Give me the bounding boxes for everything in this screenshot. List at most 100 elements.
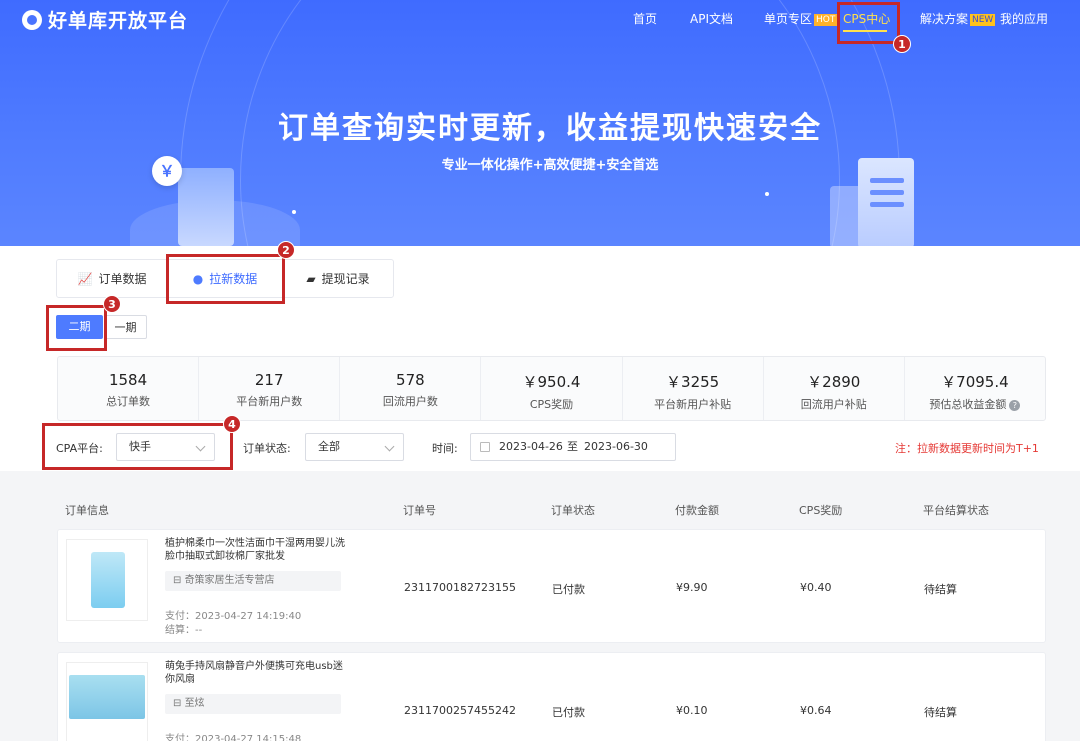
stat-total-orders: 1584 总订单数: [58, 357, 200, 420]
banner-deco: [870, 202, 904, 207]
stat-label: 平台新用户数: [236, 395, 303, 408]
select-value: 全部: [318, 440, 340, 453]
stat-new-user-subsidy: ￥3255 平台新用户补贴: [623, 357, 764, 420]
order-number: 2311700257455242: [404, 704, 516, 717]
settle-status: 待结算: [924, 583, 957, 596]
product-name[interactable]: 萌兔手持风扇静音户外便携可充电usb迷你风扇: [165, 660, 345, 686]
stat-label: 回流用户补贴: [800, 398, 867, 411]
table-row[interactable]: 萌兔手持风扇静音户外便携可充电usb迷你风扇 ⊟ 至炫 支付：2023-04-2…: [57, 652, 1046, 741]
stat-cps-reward: ￥950.4 CPS奖励: [481, 357, 623, 420]
th-settle-status: 平台结算状态: [923, 504, 989, 517]
date-separator: 至: [567, 440, 578, 453]
stat-label: 回流用户数: [382, 395, 438, 408]
banner-deco: [178, 168, 234, 246]
product-image: [91, 552, 125, 608]
nav-home[interactable]: 首页: [633, 10, 657, 27]
banner-dot: [292, 210, 296, 214]
stat-value: ￥7095.4: [941, 373, 1009, 391]
product-thumbnail[interactable]: [66, 662, 148, 741]
annotation-number-2: 2: [277, 241, 295, 259]
stat-label: 总订单数: [106, 395, 151, 408]
stats-bar: 1584 总订单数 217 平台新用户数 578 回流用户数 ￥950.4 CP…: [57, 356, 1046, 421]
th-cps-reward: CPS奖励: [799, 504, 843, 517]
stat-value: 217: [254, 371, 284, 389]
shop-label: 至炫: [184, 698, 205, 709]
shop-name: ⊟ 至炫: [165, 694, 341, 714]
banner-deco: [870, 178, 904, 183]
tab-withdraw-records[interactable]: ▰ 提现记录: [283, 260, 393, 297]
stat-returning-subsidy: ￥2890 回流用户补贴: [764, 357, 905, 420]
th-amount: 付款金额: [675, 504, 719, 517]
paid-amount: ¥0.10: [676, 704, 708, 717]
order-status: 已付款: [552, 583, 585, 596]
cps-reward: ¥0.64: [800, 704, 832, 717]
stat-label: 平台新用户补贴: [654, 398, 732, 411]
annotation-number-3: 3: [103, 295, 121, 313]
date-range-picker[interactable]: 2023-04-26 至 2023-06-30: [470, 433, 676, 461]
new-badge: NEW: [970, 14, 996, 26]
hero-title: 订单查询实时更新，收益提现快速安全: [278, 111, 822, 146]
product-image: [69, 675, 145, 719]
stat-value: 578: [396, 371, 425, 389]
settle-status: 待结算: [924, 706, 957, 719]
product-thumbnail[interactable]: [66, 539, 148, 621]
stat-value: ￥3255: [666, 373, 720, 391]
nav-api-docs[interactable]: API文档: [690, 10, 733, 27]
order-status-label: 订单状态:: [243, 442, 291, 455]
cps-reward: ¥0.40: [800, 581, 832, 594]
stat-returning-users: 578 回流用户数: [340, 357, 482, 420]
th-order-no: 订单号: [403, 504, 436, 517]
order-status-select[interactable]: 全部: [305, 433, 404, 461]
stat-value: 1584: [108, 371, 148, 389]
product-name[interactable]: 植护棉柔巾一次性洁面巾干湿两用婴儿洗脸巾抽取式卸妆棉厂家批发: [165, 537, 345, 563]
top-nav: 好单库开放平台 首页 API文档 单页专区 HOT CPS中心 解决方案 NEW 我…: [0, 0, 1080, 34]
stat-new-users: 217 平台新用户数: [199, 357, 341, 420]
chart-icon: 📈: [77, 271, 93, 286]
hero-subtitle: 专业一体化操作+高效便捷+安全首选: [441, 158, 659, 173]
paid-time: 支付：2023-04-27 14:19:40: [165, 611, 302, 622]
brand-name: 好单库开放平台: [48, 10, 189, 32]
order-number: 2311700182723155: [404, 581, 516, 594]
th-order-info: 订单信息: [65, 504, 109, 517]
stat-estimated-income: ￥7095.4 预估总收益金额?: [905, 357, 1045, 420]
nav-solutions[interactable]: 解决方案 NEW: [920, 10, 996, 27]
order-status: 已付款: [552, 706, 585, 719]
chevron-down-icon: [384, 441, 395, 452]
time-label: 时间:: [432, 442, 458, 455]
banner-deco: [870, 190, 904, 195]
annotation-number-4: 4: [223, 415, 241, 433]
annotation-box-3: [46, 305, 107, 351]
period-phase-1-button[interactable]: 一期: [104, 315, 147, 339]
annotation-box-1: [837, 2, 900, 44]
annotation-box-2: [166, 254, 285, 304]
banner-dot: [765, 192, 769, 196]
shop-name: ⊟ 奇策家居生活专营店: [165, 571, 341, 591]
shop-label: 奇策家居生活专营店: [184, 575, 275, 586]
calendar-icon: [480, 442, 490, 452]
date-start: 2023-04-26: [499, 440, 563, 453]
stat-value: ￥950.4: [522, 373, 581, 391]
wallet-icon: ▰: [306, 271, 316, 286]
stat-value: ￥2890: [807, 373, 861, 391]
th-order-status: 订单状态: [551, 504, 595, 517]
annotation-number-1: 1: [893, 35, 911, 53]
paid-amount: ¥9.90: [676, 581, 708, 594]
table-row[interactable]: 植护棉柔巾一次性洁面巾干湿两用婴儿洗脸巾抽取式卸妆棉厂家批发 ⊟ 奇策家居生活专…: [57, 529, 1046, 643]
logo-icon: [22, 9, 42, 30]
paid-time: 支付：2023-04-27 14:15:48: [165, 734, 302, 741]
nav-single-page[interactable]: 单页专区 HOT: [764, 10, 838, 27]
date-end: 2023-06-30: [584, 440, 648, 453]
tab-label: 订单数据: [98, 272, 147, 286]
nav-label: 单页专区: [764, 12, 813, 26]
tab-order-data[interactable]: 📈 订单数据: [57, 260, 167, 297]
brand-logo[interactable]: 好单库开放平台: [22, 6, 188, 33]
help-icon[interactable]: ?: [1009, 400, 1021, 411]
hero-banner: ￥ 订单查询实时更新，收益提现快速安全 专业一体化操作+高效便捷+安全首选: [0, 0, 1080, 246]
hot-badge: HOT: [814, 14, 838, 26]
nav-my-apps[interactable]: 我的应用: [1000, 10, 1048, 27]
update-note: 注：拉新数据更新时间为T+1: [895, 442, 1039, 455]
settle-time: 结算：--: [165, 625, 203, 636]
annotation-box-4: [42, 423, 233, 470]
stat-label: CPS奖励: [529, 398, 574, 411]
tab-label: 提现记录: [321, 272, 370, 286]
